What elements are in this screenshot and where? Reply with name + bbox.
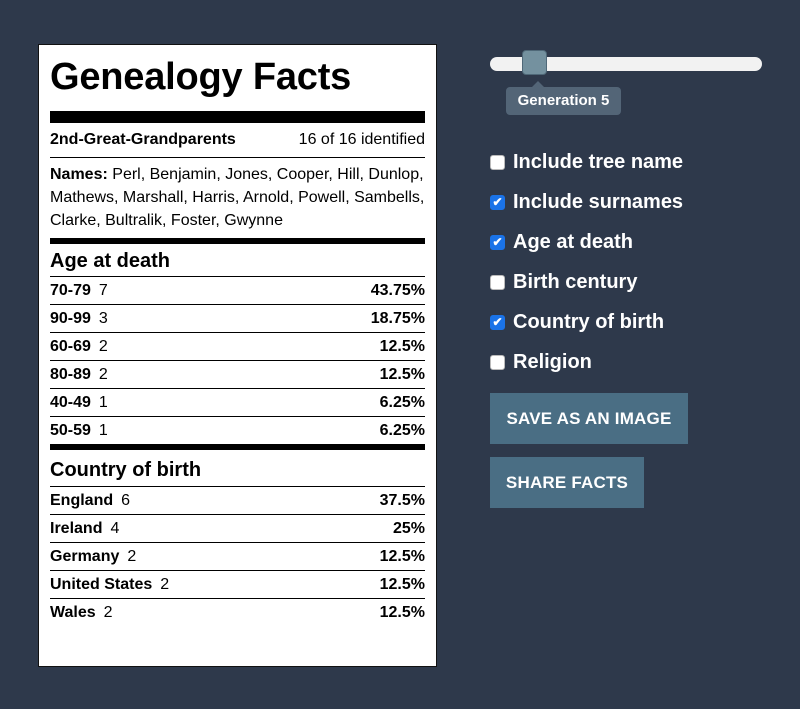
row-label: 40-49 bbox=[50, 393, 91, 411]
option-label: Religion bbox=[513, 350, 592, 373]
option-religion[interactable]: Religion bbox=[490, 342, 683, 382]
option-label: Include tree name bbox=[513, 150, 684, 173]
option-label: Include surnames bbox=[513, 190, 684, 213]
divider-thick bbox=[50, 111, 425, 123]
generation-tooltip: Generation 5 bbox=[506, 81, 621, 115]
row-percent: 37.5% bbox=[379, 491, 425, 509]
row-percent: 12.5% bbox=[379, 337, 425, 355]
row-label: England bbox=[50, 491, 114, 509]
option-birth-century[interactable]: Birth century bbox=[490, 262, 683, 302]
table-row: 40-49 1 6.25% bbox=[50, 389, 425, 417]
row-percent: 12.5% bbox=[379, 603, 425, 621]
row-count: 7 bbox=[98, 281, 108, 299]
row-percent: 18.75% bbox=[370, 309, 425, 327]
row-label: 80-89 bbox=[50, 365, 91, 383]
row-count: 4 bbox=[110, 519, 120, 537]
table-row: Ireland 4 25% bbox=[50, 515, 425, 543]
row-label: Germany bbox=[50, 547, 120, 565]
row-label: United States bbox=[50, 575, 153, 593]
row-count: 2 bbox=[127, 547, 137, 565]
country-section-heading: Country of birth bbox=[50, 450, 425, 487]
row-percent: 6.25% bbox=[379, 421, 425, 439]
table-row: 60-69 2 12.5% bbox=[50, 333, 425, 361]
share-facts-button[interactable]: SHARE FACTS bbox=[490, 457, 644, 508]
row-label: 70-79 bbox=[50, 281, 91, 299]
age-rows: 70-79 7 43.75% 90-99 3 18.75% 60-69 2 12.5% 80… bbox=[50, 277, 425, 444]
row-count: 2 bbox=[98, 365, 108, 383]
row-percent: 12.5% bbox=[379, 547, 425, 565]
row-count: 3 bbox=[98, 309, 108, 327]
row-label: Wales bbox=[50, 603, 96, 621]
row-label: 60-69 bbox=[50, 337, 91, 355]
checkbox-checked[interactable]: ✔ bbox=[490, 194, 505, 210]
row-count: 2 bbox=[98, 337, 108, 355]
row-count: 6 bbox=[121, 491, 131, 509]
generation-row: 2nd-Great-Grandparents 16 of 16 identifi… bbox=[50, 123, 425, 158]
names-label: Names: bbox=[50, 166, 108, 183]
row-label: 50-59 bbox=[50, 421, 91, 439]
checkbox[interactable] bbox=[490, 354, 505, 370]
row-count: 1 bbox=[98, 393, 108, 411]
row-percent: 12.5% bbox=[379, 575, 425, 593]
option-include-surnames[interactable]: ✔ Include surnames bbox=[490, 182, 683, 222]
table-row: 80-89 2 12.5% bbox=[50, 361, 425, 389]
row-percent: 43.75% bbox=[370, 281, 425, 299]
save-as-image-button[interactable]: SAVE AS AN IMAGE bbox=[490, 393, 688, 444]
table-row: 50-59 1 6.25% bbox=[50, 417, 425, 444]
option-age-at-death[interactable]: ✔ Age at death bbox=[490, 222, 683, 262]
row-percent: 25% bbox=[392, 519, 425, 537]
names-block: Names: Perl, Benjamin, Jones, Cooper, Hi… bbox=[50, 158, 425, 238]
table-row: Wales 2 12.5% bbox=[50, 599, 425, 626]
checkbox[interactable] bbox=[490, 154, 505, 170]
row-count: 1 bbox=[98, 421, 108, 439]
row-label: Ireland bbox=[50, 519, 103, 537]
row-label: 90-99 bbox=[50, 309, 91, 327]
option-label: Birth century bbox=[513, 270, 638, 293]
checkbox-checked[interactable]: ✔ bbox=[490, 234, 505, 250]
age-section-heading: Age at death bbox=[50, 244, 425, 277]
checkbox-checked[interactable]: ✔ bbox=[490, 314, 505, 330]
country-rows: England 6 37.5% Ireland 4 25% Germany 2 12.5% … bbox=[50, 487, 425, 626]
table-row: England 6 37.5% bbox=[50, 487, 425, 515]
generation-slider-thumb[interactable] bbox=[522, 50, 547, 75]
table-row: Germany 2 12.5% bbox=[50, 543, 425, 571]
option-country-of-birth[interactable]: ✔ Country of birth bbox=[490, 302, 683, 342]
row-count: 2 bbox=[160, 575, 170, 593]
table-row: United States 2 12.5% bbox=[50, 571, 425, 599]
table-row: 90-99 3 18.75% bbox=[50, 305, 425, 333]
card-title: Genealogy Facts bbox=[50, 56, 352, 98]
options-list: Include tree name ✔ Include surnames ✔ Age… bbox=[490, 142, 683, 382]
identified-count: 16 of 16 identified bbox=[298, 131, 425, 148]
generation-label: 2nd-Great-Grandparents bbox=[50, 131, 236, 148]
checkbox[interactable] bbox=[490, 274, 505, 290]
row-percent: 6.25% bbox=[379, 393, 425, 411]
table-row: 70-79 7 43.75% bbox=[50, 277, 425, 305]
option-label: Country of birth bbox=[513, 310, 665, 333]
option-label: Age at death bbox=[513, 230, 634, 253]
row-percent: 12.5% bbox=[379, 365, 425, 383]
option-include-tree-name[interactable]: Include tree name bbox=[490, 142, 683, 182]
row-count: 2 bbox=[103, 603, 113, 621]
facts-card: Genealogy Facts 2nd-Great-Grandparents 1… bbox=[38, 44, 437, 667]
